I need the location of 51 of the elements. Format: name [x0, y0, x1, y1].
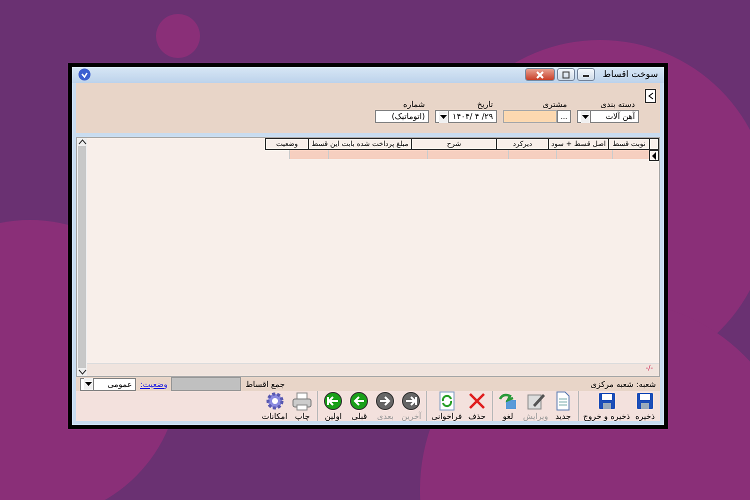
row-pointer-icon [651, 152, 657, 160]
toolbar-button[interactable]: ذخیره و خروج [581, 391, 632, 421]
table-cell [612, 150, 649, 159]
back-button[interactable] [645, 88, 656, 103]
table-cell [556, 150, 612, 159]
table-cell [508, 150, 556, 159]
undo-icon [496, 391, 519, 411]
sum-field [171, 377, 242, 391]
status-dropdown[interactable]: عمومی [80, 378, 136, 390]
minimize-button[interactable] [576, 68, 595, 82]
toolbar-button[interactable]: قبلی [346, 391, 372, 421]
row-selector[interactable] [649, 150, 659, 161]
toolbar-button[interactable]: لغو [494, 391, 521, 421]
field-label: شماره [402, 100, 426, 109]
date-picker[interactable]: ۲۹/ ۴ /۱۴۰۴ [435, 110, 497, 123]
number-field[interactable]: (اتوماتیک) [375, 110, 429, 123]
background-circle [156, 14, 200, 58]
vertical-scrollbar[interactable] [77, 138, 87, 376]
previous-icon [348, 391, 370, 411]
branch-label: شعبه: شعبه مرکزی [590, 380, 656, 388]
scroll-up-icon [78, 138, 86, 146]
status-link[interactable]: وضعیت: [140, 380, 168, 388]
close-icon [534, 70, 545, 79]
next-icon [374, 391, 396, 411]
maximize-button[interactable] [556, 68, 575, 82]
pencil-icon [524, 391, 547, 411]
printer-icon [291, 391, 314, 411]
toolbar-button[interactable]: اولین [320, 391, 346, 421]
table-cell [289, 150, 328, 159]
browse-button[interactable]: ... [557, 110, 571, 123]
field-label: تاریخ [476, 100, 494, 109]
gear-icon [264, 391, 286, 411]
toolbar-button[interactable]: فراخوانی [429, 391, 464, 421]
toolbar-button[interactable]: امکانات [260, 391, 290, 421]
field-label: دسته بندی [599, 100, 636, 109]
maximize-icon [560, 70, 571, 79]
close-button[interactable] [524, 68, 555, 82]
scroll-down-icon [78, 368, 86, 376]
toolbar-button[interactable]: ذخیره [632, 391, 658, 421]
sum-label: جمع اقساط [245, 380, 285, 388]
toolbar-button[interactable]: جدید [550, 391, 576, 421]
last-icon [400, 391, 422, 411]
toolbar-button[interactable]: حذف [464, 391, 490, 421]
category-dropdown[interactable]: آهن آلات [577, 110, 639, 123]
first-icon [322, 391, 344, 411]
window-title: سوخت اقساط [602, 70, 658, 80]
chevron-left-icon [648, 92, 654, 100]
app-icon [78, 68, 91, 82]
field-label: مشتری [541, 100, 568, 109]
customer-field[interactable] [503, 110, 557, 123]
toolbar-button[interactable]: چاپ [289, 391, 316, 421]
